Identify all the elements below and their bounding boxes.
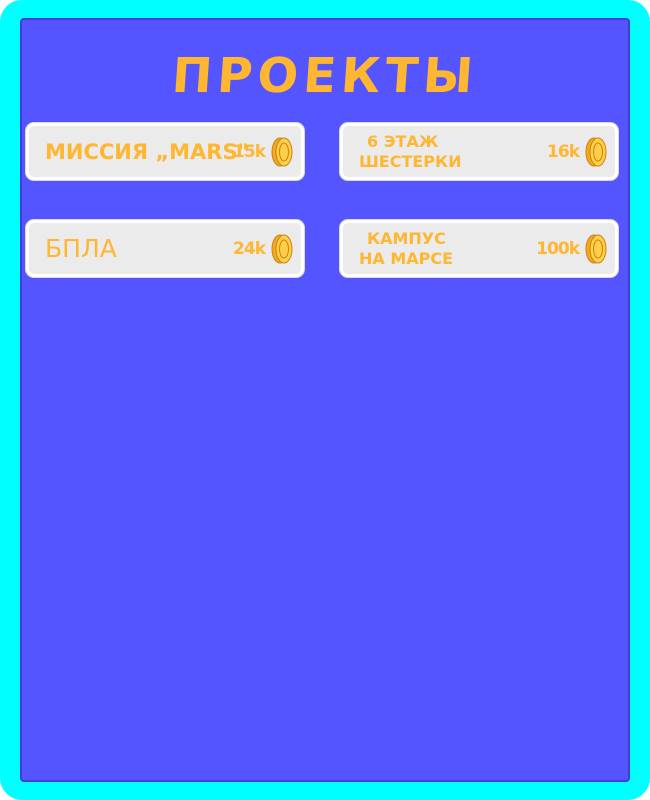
project-name-line1: 6 ЭТАЖ [367,131,439,151]
project-card-sixth-floor[interactable]: 6 ЭТАЖ ШЕСТЕРКИ 16k [340,123,618,180]
coin-icon [271,137,293,166]
page-title: ПРОЕКТЫ [170,48,480,104]
coin-icon [585,234,607,263]
project-price: 24k [233,238,266,259]
app-frame: ПРОЕКТЫ МИССИЯ „MARS" 15k 6 ЭТАЖ ШЕСТЕРК… [0,0,650,800]
coin-icon [585,137,607,166]
project-card-uav[interactable]: БПЛА 24k [26,220,304,277]
project-card-mission-mars[interactable]: МИССИЯ „MARS" 15k [26,123,304,180]
project-name-line2: ШЕСТЕРКИ [359,151,462,171]
project-name-line2: НА МАРСЕ [359,248,454,268]
project-price: 100k [536,238,580,259]
project-price: 16k [547,141,580,162]
projects-panel: ПРОЕКТЫ МИССИЯ „MARS" 15k 6 ЭТАЖ ШЕСТЕРК… [20,18,630,782]
project-price: 15k [233,141,266,162]
project-name: КАМПУС НА МАРСЕ [359,229,453,269]
coin-icon [271,234,293,263]
project-name-line1: КАМПУС [367,228,446,248]
project-name: МИССИЯ „MARS" [45,139,249,164]
project-name: 6 ЭТАЖ ШЕСТЕРКИ [359,132,461,172]
project-name: БПЛА [45,233,117,263]
project-card-mars-campus[interactable]: КАМПУС НА МАРСЕ 100k [340,220,618,277]
